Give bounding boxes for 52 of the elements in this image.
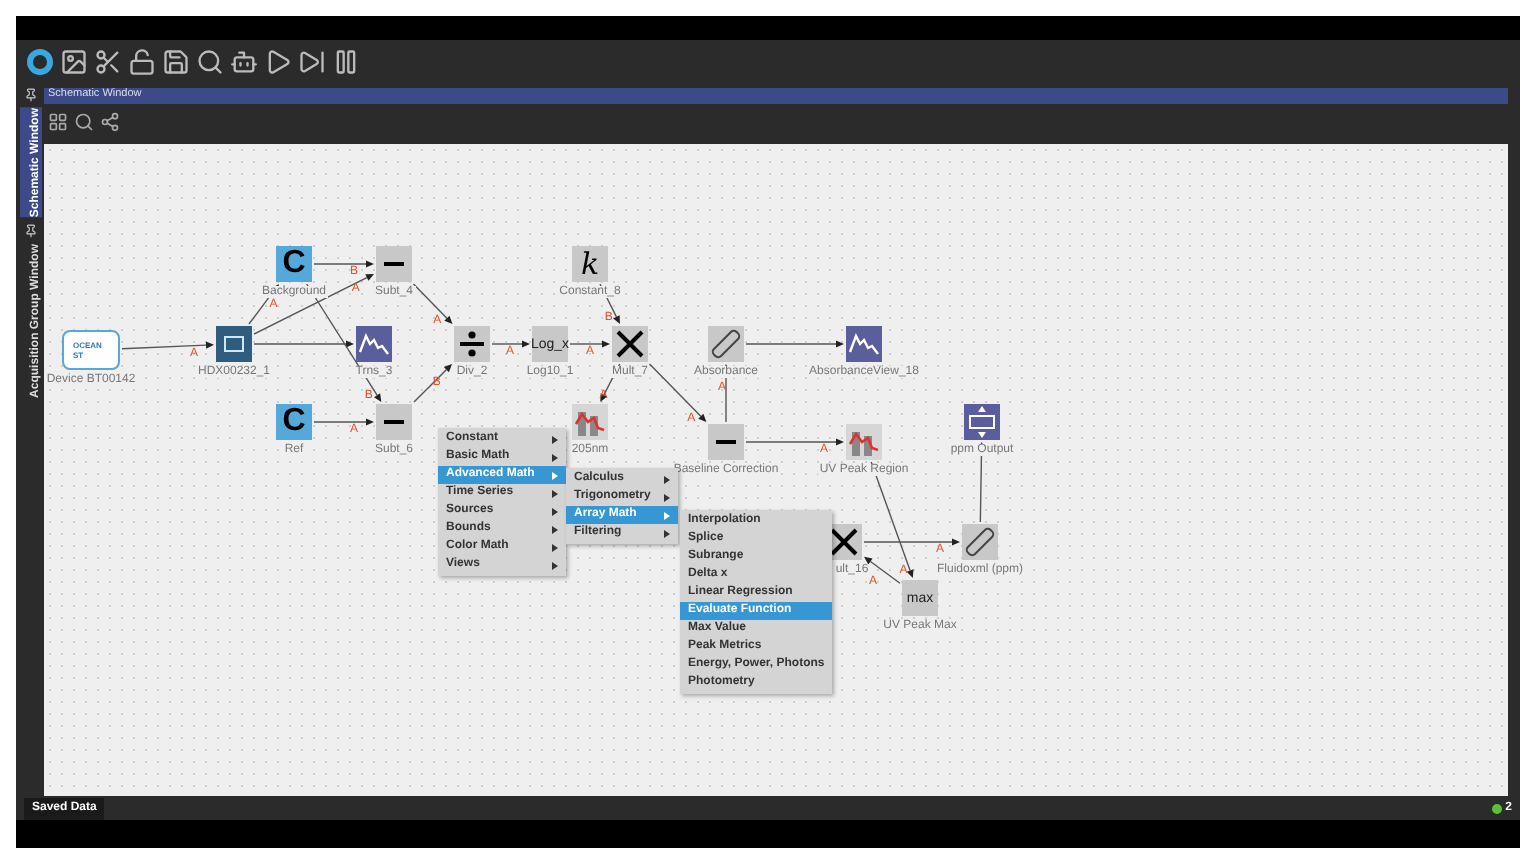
spectrum-icon[interactable] — [356, 326, 392, 362]
share-icon[interactable] — [100, 112, 120, 132]
submenu-arrow-icon — [664, 493, 670, 501]
submenu-arrow-icon — [552, 507, 558, 515]
connector — [121, 341, 214, 350]
grid-icon[interactable] — [48, 112, 68, 132]
pin-icon[interactable] — [23, 223, 37, 238]
submenu-arrow-icon — [552, 435, 558, 443]
minus-icon[interactable] — [708, 424, 744, 460]
logo-icon[interactable] — [26, 48, 54, 76]
submenu-arrow-icon — [552, 525, 558, 533]
spectrum-icon[interactable] — [846, 326, 882, 362]
robot-icon[interactable] — [230, 48, 258, 76]
connector — [745, 340, 844, 348]
submenu-arrow-icon — [552, 543, 558, 551]
camera-icon[interactable] — [216, 326, 252, 362]
connector — [491, 340, 530, 348]
submenu-arrow-icon — [552, 489, 558, 497]
connector — [313, 260, 374, 268]
divide-icon[interactable] — [454, 326, 490, 362]
connector — [413, 364, 452, 403]
ruler-icon[interactable] — [708, 326, 744, 362]
play-icon[interactable] — [264, 48, 292, 76]
output-icon[interactable] — [964, 404, 1000, 440]
connector — [412, 283, 453, 324]
connector — [745, 438, 844, 446]
ruler-icon[interactable] — [962, 524, 998, 560]
multiply-icon[interactable] — [612, 326, 648, 362]
bar-chart-icon[interactable] — [846, 424, 882, 460]
submenu-arrow-icon — [552, 561, 558, 569]
pin-icon[interactable] — [23, 88, 37, 102]
minus-icon[interactable] — [376, 246, 412, 282]
pause-icon[interactable] — [332, 48, 360, 76]
submenu-arrow-icon — [664, 529, 670, 537]
constant-icon[interactable]: k — [572, 246, 608, 282]
scissors-icon[interactable] — [94, 48, 122, 76]
submenu-arrow-icon — [664, 511, 670, 519]
step-icon[interactable] — [298, 48, 326, 76]
minus-icon[interactable] — [376, 404, 412, 440]
image-icon[interactable] — [60, 48, 88, 76]
zoom-icon[interactable] — [74, 112, 94, 132]
connector — [569, 340, 610, 348]
submenu-arrow-icon — [552, 453, 558, 461]
submenu-arrow-icon — [664, 475, 670, 483]
bar-chart-icon[interactable] — [572, 404, 608, 440]
search-icon[interactable] — [196, 48, 224, 76]
connector — [313, 418, 374, 426]
unlock-icon[interactable] — [128, 48, 156, 76]
submenu-arrow-icon — [552, 471, 558, 479]
constant-icon[interactable]: C — [276, 404, 312, 440]
save-icon[interactable] — [162, 48, 190, 76]
constant-icon[interactable]: C — [276, 246, 312, 282]
